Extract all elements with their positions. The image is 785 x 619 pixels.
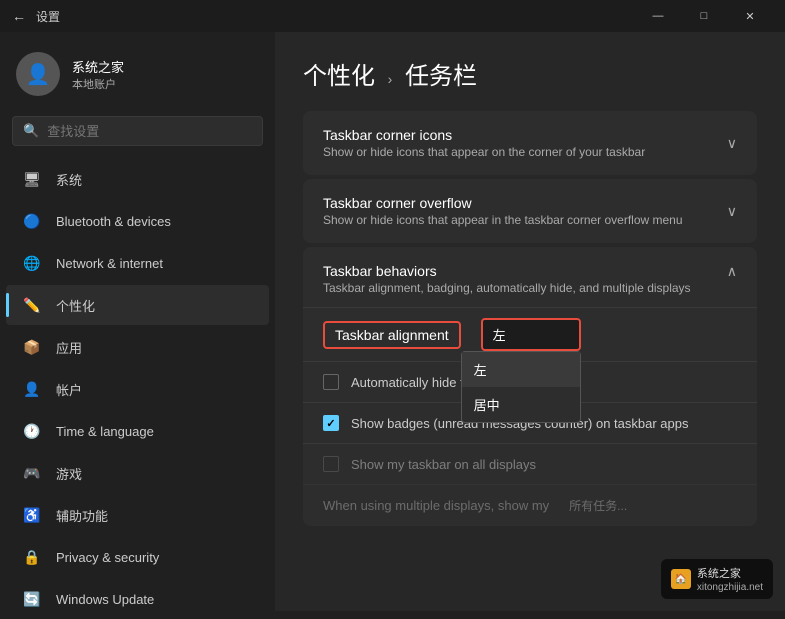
system-icon: 🖥 [22,169,42,189]
window-controls: — □ ✕ [635,0,773,32]
accessibility-icon: ♿ [22,505,42,525]
corner-overflow-desc: Show or hide icons that appear in the ta… [323,213,683,227]
sidebar-item-gaming[interactable]: 🎮 游戏 [6,453,269,493]
user-profile[interactable]: 👤 系统之家 本地账户 [0,40,275,112]
minimize-button[interactable]: — [635,0,681,32]
corner-icons-item[interactable]: Taskbar corner icons Show or hide icons … [303,111,757,175]
sidebar-item-personalization[interactable]: ✏️ 个性化 [6,285,269,325]
multiple-displays-label: When using multiple displays, show my [323,498,549,513]
multiple-displays-value: 所有任务... [569,497,627,514]
search-icon: 🔍 [23,123,39,139]
privacy-icon: 🔒 [22,547,42,567]
sidebar-label-accessibility: 辅助功能 [56,506,108,525]
behaviors-chevron: ∧ [727,263,737,280]
accounts-icon: 👤 [22,379,42,399]
sidebar-item-time[interactable]: 🕐 Time & language [6,411,269,451]
apps-icon: 📦 [22,337,42,357]
behaviors-section: Taskbar behaviors Taskbar alignment, bad… [303,247,757,526]
multiple-displays-row: When using multiple displays, show my 所有… [303,485,757,526]
user-info: 系统之家 本地账户 [72,57,124,92]
maximize-button[interactable]: □ [681,0,727,32]
sidebar-label-accounts: 帐户 [56,380,82,399]
sidebar-label-update: Windows Update [56,592,154,607]
sidebar-item-accounts[interactable]: 👤 帐户 [6,369,269,409]
time-icon: 🕐 [22,421,42,441]
bluetooth-icon: 🔵 [22,211,42,231]
user-name: 系统之家 [72,57,124,76]
close-button[interactable]: ✕ [727,0,773,32]
network-icon: 🌐 [22,253,42,273]
sidebar: 👤 系统之家 本地账户 🔍 🖥 系统 🔵 Bluetooth & devices… [0,32,275,611]
search-input[interactable] [47,124,252,139]
all-displays-checkbox[interactable] [323,456,339,472]
watermark: 🏠 系统之家 xitongzhijia.net [661,559,773,599]
behaviors-header[interactable]: Taskbar behaviors Taskbar alignment, bad… [303,247,757,308]
behaviors-title: Taskbar behaviors [323,263,691,279]
corner-icons-card: Taskbar corner icons Show or hide icons … [303,111,757,175]
watermark-logo: 🏠 [671,569,691,589]
alignment-row: Taskbar alignment 左 左 居中 [303,308,757,362]
sidebar-label-bluetooth: Bluetooth & devices [56,214,171,229]
sidebar-item-windows-update[interactable]: 🔄 Windows Update [6,579,269,619]
avatar: 👤 [16,52,60,96]
alignment-option-left[interactable]: 左 [462,352,580,387]
app-body: 👤 系统之家 本地账户 🔍 🖥 系统 🔵 Bluetooth & devices… [0,32,785,611]
corner-overflow-card: Taskbar corner overflow Show or hide ico… [303,179,757,243]
page-title: 个性化 › 任务栏 [303,56,757,91]
main-content: 个性化 › 任务栏 Taskbar corner icons Show or h… [275,32,785,611]
alignment-dropdown[interactable]: 左 左 居中 [481,318,581,351]
corner-icons-desc: Show or hide icons that appear on the co… [323,145,645,159]
back-button[interactable]: ← [12,8,26,24]
sidebar-label-time: Time & language [56,424,154,439]
gaming-icon: 🎮 [22,463,42,483]
sidebar-item-bluetooth[interactable]: 🔵 Bluetooth & devices [6,201,269,241]
all-displays-label: Show my taskbar on all displays [351,457,536,472]
corner-overflow-title: Taskbar corner overflow [323,195,683,211]
corner-icons-title: Taskbar corner icons [323,127,645,143]
window-title: 设置 [36,8,60,25]
sidebar-label-personalization: 个性化 [56,296,95,315]
update-icon: 🔄 [22,589,42,609]
title-bar: ← 设置 — □ ✕ [0,0,785,32]
alignment-options: 左 居中 [461,351,581,423]
sidebar-item-system[interactable]: 🖥 系统 [6,159,269,199]
corner-overflow-item[interactable]: Taskbar corner overflow Show or hide ico… [303,179,757,243]
auto-hide-checkbox[interactable] [323,374,339,390]
sidebar-label-network: Network & internet [56,256,163,271]
corner-overflow-chevron: ∨ [727,203,737,220]
sidebar-item-apps[interactable]: 📦 应用 [6,327,269,367]
show-badges-checkbox[interactable] [323,415,339,431]
personalization-icon: ✏️ [22,295,42,315]
sidebar-item-network[interactable]: 🌐 Network & internet [6,243,269,283]
user-subtitle: 本地账户 [72,76,124,92]
alignment-label: Taskbar alignment [323,321,461,349]
watermark-text: 系统之家 xitongzhijia.net [697,565,763,593]
sidebar-item-privacy[interactable]: 🔒 Privacy & security [6,537,269,577]
sidebar-label-gaming: 游戏 [56,464,82,483]
sidebar-item-accessibility[interactable]: ♿ 辅助功能 [6,495,269,535]
alignment-option-center[interactable]: 居中 [462,387,580,422]
alignment-selected[interactable]: 左 [481,318,581,351]
behaviors-desc: Taskbar alignment, badging, automaticall… [323,281,691,295]
all-displays-row: Show my taskbar on all displays [303,444,757,485]
corner-icons-chevron: ∨ [727,135,737,152]
sidebar-label-system: 系统 [56,170,82,189]
sidebar-label-privacy: Privacy & security [56,550,159,565]
search-box[interactable]: 🔍 [12,116,263,146]
sidebar-label-apps: 应用 [56,338,82,357]
